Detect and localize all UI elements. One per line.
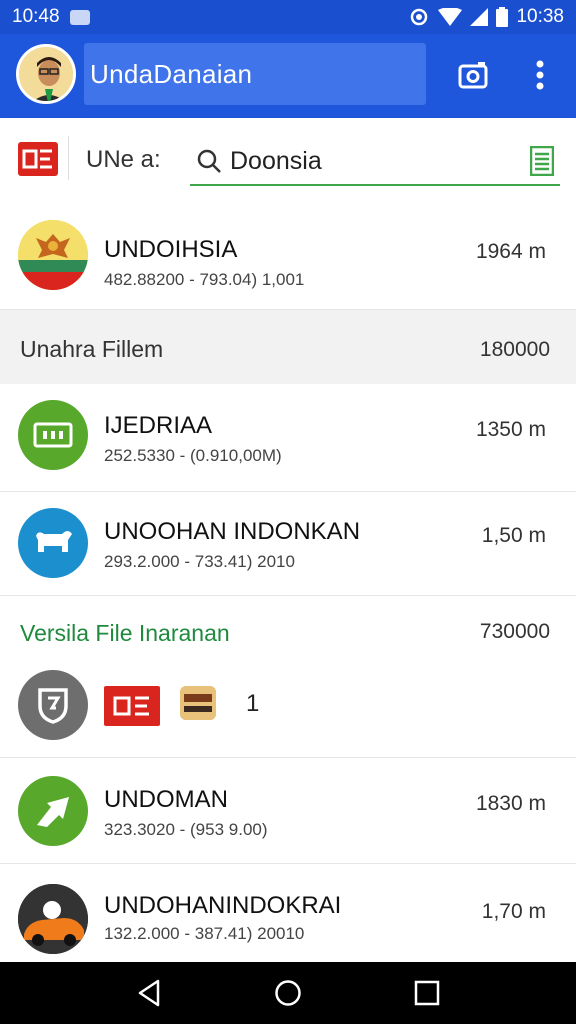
photo-thumb-icon[interactable]: [180, 686, 216, 720]
app-bar: UndaDanaian: [0, 34, 576, 118]
status-bar: 10:48 10:38: [0, 0, 576, 34]
list-item[interactable]: UNOOHAN INDONKAN 293.2.000 - 733.41) 201…: [0, 492, 576, 596]
coat-of-arms-icon: [18, 220, 88, 290]
chips-container: [0, 658, 576, 758]
list-item[interactable]: UNDOHANINDOKRAI 132.2.000 - 387.41) 2001…: [0, 864, 576, 962]
more-options-button[interactable]: [526, 56, 554, 94]
status-time-left: 10:48: [12, 6, 60, 27]
search-row: UNe a:: [0, 118, 576, 202]
item-sub: 293.2.000 - 733.41) 2010: [104, 552, 295, 571]
item-name: IJEDRIAA: [104, 412, 213, 439]
app-title: UndaDanaian: [90, 58, 253, 89]
item-meta: 1,50 m: [481, 524, 546, 547]
search-field[interactable]: [190, 138, 560, 186]
item-name: UNDOHANINDOKRAI: [104, 892, 342, 919]
camera-button[interactable]: [456, 58, 490, 92]
ticket-icon: [18, 400, 88, 470]
eye-icon: [408, 8, 430, 26]
item-sub: 482.88200 - 793.04) 1,001: [104, 270, 305, 289]
document-icon[interactable]: [530, 146, 554, 176]
photo-icon: [69, 9, 90, 25]
car-icon: [18, 884, 88, 954]
brand-badge-icon[interactable]: [104, 686, 160, 726]
camera-icon: [458, 62, 488, 89]
section-header: Versila File Inaranan 730000: [0, 596, 576, 658]
item-sub: 132.2.000 - 387.41) 20010: [104, 924, 305, 943]
status-time-right: 10:38: [516, 6, 564, 27]
navigation-bar: [0, 962, 576, 1024]
more-vert-icon: [536, 60, 544, 90]
signal-icon: [470, 8, 489, 26]
list-item[interactable]: UNDOMAN 323.3020 - (953 9.00) 1830 m: [0, 758, 576, 864]
battery-icon: [496, 7, 509, 27]
wifi-icon: [438, 8, 463, 26]
item-sub: 252.5330 - (0.910,00M): [104, 446, 282, 465]
item-name: UNDOIHSIA: [104, 236, 238, 263]
section-label: Unahra Fillem: [20, 336, 164, 362]
item-name: UNOOHAN INDONKAN: [104, 518, 361, 545]
home-icon[interactable]: [274, 979, 302, 1007]
list-item[interactable]: 1: [0, 658, 576, 758]
search-icon: [197, 149, 221, 173]
section-count: 730000: [479, 620, 550, 643]
filter-label[interactable]: UNe a:: [86, 146, 161, 174]
section-label: Versila File Inaranan: [20, 620, 230, 646]
list-item[interactable]: UNDOIHSIA 482.88200 - 793.04) 1,001 1964…: [0, 202, 576, 310]
item-meta: 1350 m: [475, 418, 546, 441]
dog-icon: [18, 508, 88, 578]
item-name: UNDOMAN: [104, 786, 228, 813]
item-meta: 1830 m: [475, 792, 546, 815]
back-icon[interactable]: [136, 979, 162, 1007]
item-meta: 1,70 m: [481, 900, 546, 923]
arrow-icon: [18, 776, 88, 846]
section-header: Unahra Fillem 180000: [0, 310, 576, 384]
item-meta: 1964 m: [475, 240, 546, 263]
item-sub: 323.3020 - (953 9.00): [104, 820, 268, 839]
search-input[interactable]: [230, 146, 510, 176]
divider: [68, 136, 69, 180]
recents-icon[interactable]: [414, 980, 440, 1006]
avatar[interactable]: [16, 44, 76, 104]
chip-count: 1: [246, 690, 260, 717]
brand-badge-icon[interactable]: [18, 142, 58, 176]
app-title-box[interactable]: UndaDanaian: [84, 43, 426, 105]
list-item[interactable]: IJEDRIAA 252.5330 - (0.910,00M) 1350 m: [0, 384, 576, 492]
section-count: 180000: [479, 338, 550, 361]
shield-icon: [18, 670, 88, 740]
